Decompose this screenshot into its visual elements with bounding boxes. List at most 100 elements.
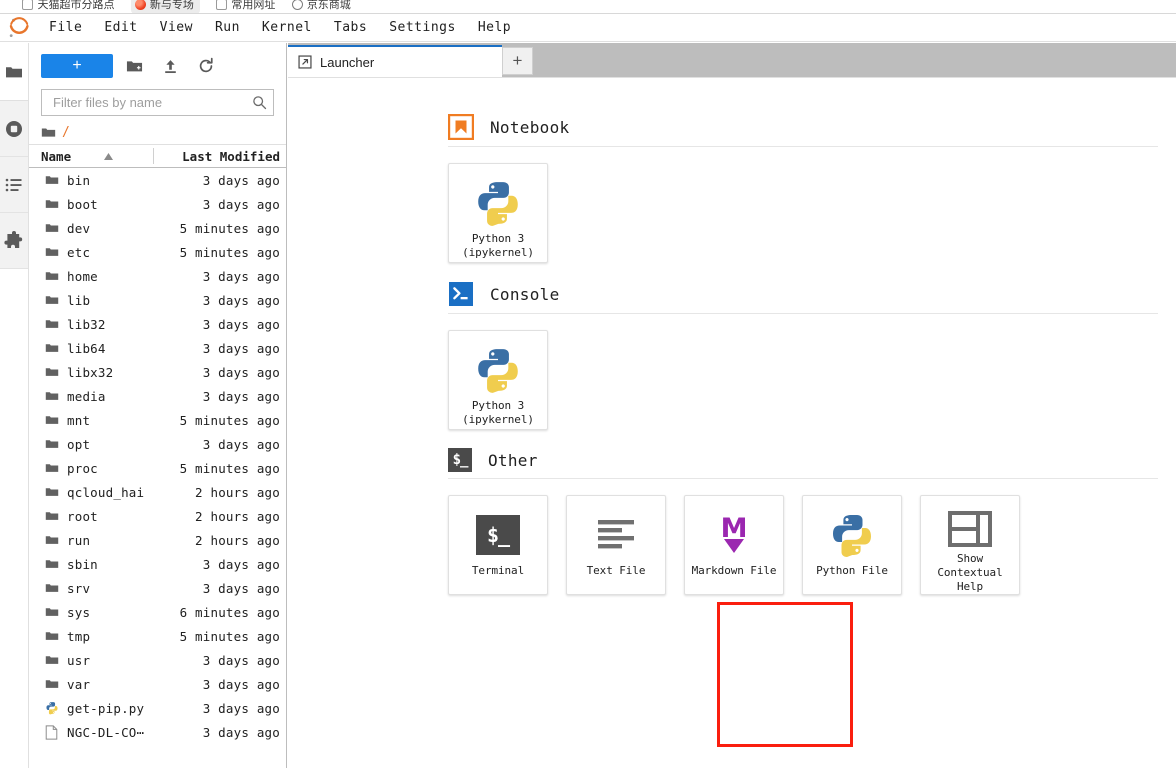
file-list-item[interactable]: lib 3 days ago bbox=[29, 288, 286, 312]
file-last-modified: 5 minutes ago bbox=[179, 412, 280, 428]
file-list-item[interactable]: opt 3 days ago bbox=[29, 432, 286, 456]
file-list-item[interactable]: qcloud_hai 2 hours ago bbox=[29, 480, 286, 504]
folder-icon bbox=[45, 677, 67, 691]
file-list-item[interactable]: srv 3 days ago bbox=[29, 576, 286, 600]
file-browser-toolbar: + bbox=[29, 43, 286, 83]
breadcrumb-root[interactable]: / bbox=[62, 125, 70, 140]
new-tab-button[interactable]: + bbox=[502, 47, 533, 75]
folder-icon bbox=[45, 413, 67, 427]
launcher-card-show-contextual-help[interactable]: Show Contextual Help bbox=[920, 495, 1020, 595]
tab-launcher[interactable]: Launcher bbox=[288, 45, 502, 77]
launcher-card-python3-console[interactable]: Python 3 (ipykernel) bbox=[448, 330, 548, 430]
file-list-item[interactable]: libx32 3 days ago bbox=[29, 360, 286, 384]
bookmark-item[interactable]: 京东商城 bbox=[291, 0, 351, 12]
sidebar-item-file-browser[interactable] bbox=[0, 43, 28, 100]
file-list-item[interactable]: boot 3 days ago bbox=[29, 192, 286, 216]
file-filter-box[interactable] bbox=[41, 89, 274, 116]
file-name: media bbox=[67, 388, 106, 404]
launcher-section-console: Console Python 3 (ipykernel) bbox=[288, 281, 1176, 430]
sidebar-item-running-terminals[interactable] bbox=[0, 101, 28, 157]
launcher-card-text-file[interactable]: Text File bbox=[566, 495, 666, 595]
bookmark-item[interactable]: 天猫超市分路点 bbox=[22, 0, 114, 12]
file-list-item[interactable]: lib32 3 days ago bbox=[29, 312, 286, 336]
file-list-item[interactable]: var 3 days ago bbox=[29, 672, 286, 696]
file-list-item[interactable]: get-pip.py 3 days ago bbox=[29, 696, 286, 720]
file-name: run bbox=[67, 532, 91, 548]
red-circle-icon bbox=[134, 0, 146, 10]
file-list-item[interactable]: sys 6 minutes ago bbox=[29, 600, 286, 624]
file-list[interactable]: bin 3 days ago boot 3 days ago dev 5 minutes … bbox=[29, 168, 286, 744]
file-name: sys bbox=[67, 604, 91, 620]
folder-icon bbox=[45, 317, 67, 331]
menu-help[interactable]: Help bbox=[467, 17, 522, 38]
folder-icon[interactable] bbox=[41, 125, 56, 140]
column-header-name[interactable]: Name bbox=[41, 149, 145, 164]
menu-settings[interactable]: Settings bbox=[378, 17, 467, 38]
file-list-item[interactable]: media 3 days ago bbox=[29, 384, 286, 408]
refresh-icon bbox=[199, 57, 213, 73]
console-section-icon bbox=[449, 282, 473, 306]
python-logo-icon bbox=[473, 176, 523, 230]
notebook-section-icon bbox=[448, 114, 474, 140]
menu-kernel[interactable]: Kernel bbox=[251, 17, 323, 38]
launcher-card-terminal[interactable]: $_ Terminal bbox=[448, 495, 548, 595]
search-input[interactable] bbox=[51, 94, 252, 111]
bookmark-item[interactable]: 新与专场 bbox=[130, 0, 200, 13]
file-list-item[interactable]: etc 5 minutes ago bbox=[29, 240, 286, 264]
menu-file[interactable]: File bbox=[38, 17, 93, 38]
refresh-file-list-button[interactable] bbox=[191, 53, 221, 79]
upload-files-button[interactable] bbox=[155, 53, 185, 79]
file-list-item[interactable]: sbin 3 days ago bbox=[29, 552, 286, 576]
section-header: Notebook bbox=[448, 114, 1176, 140]
file-list-item[interactable]: root 2 hours ago bbox=[29, 504, 286, 528]
menu-edit[interactable]: Edit bbox=[93, 17, 148, 38]
folder-icon bbox=[45, 245, 67, 259]
file-last-modified: 5 minutes ago bbox=[179, 628, 280, 644]
launcher-icon bbox=[298, 55, 312, 69]
sidebar-item-extension-manager[interactable] bbox=[0, 213, 28, 269]
new-launcher-button[interactable]: + bbox=[41, 54, 113, 78]
launcher-card-python-file[interactable]: Python File bbox=[802, 495, 902, 595]
sidebar-item-commands[interactable] bbox=[0, 157, 28, 213]
launcher-card-markdown-file[interactable]: M Markdown File bbox=[684, 495, 784, 595]
card-label: Show Contextual Help bbox=[937, 552, 1003, 593]
section-title: Notebook bbox=[490, 117, 570, 137]
menu-run[interactable]: Run bbox=[204, 17, 251, 38]
new-folder-button[interactable] bbox=[119, 53, 149, 79]
folder-icon bbox=[45, 461, 67, 475]
folder-icon bbox=[45, 389, 67, 403]
file-list-item[interactable]: home 3 days ago bbox=[29, 264, 286, 288]
folder-icon bbox=[45, 629, 67, 643]
column-header-last-modified[interactable]: Last Modified bbox=[162, 149, 280, 164]
file-name: libx32 bbox=[67, 364, 114, 380]
extension-manager-icon bbox=[4, 230, 23, 248]
file-list-item[interactable]: usr 3 days ago bbox=[29, 648, 286, 672]
file-list-item[interactable]: dev 5 minutes ago bbox=[29, 216, 286, 240]
file-name: etc bbox=[67, 244, 91, 260]
file-list-item[interactable]: mnt 5 minutes ago bbox=[29, 408, 286, 432]
launcher-cards: Python 3 (ipykernel) bbox=[448, 147, 1176, 263]
menu-view[interactable]: View bbox=[149, 17, 204, 38]
file-list-item[interactable]: bin 3 days ago bbox=[29, 168, 286, 192]
file-list-item[interactable]: tmp 5 minutes ago bbox=[29, 624, 286, 648]
file-last-modified: 3 days ago bbox=[202, 580, 280, 596]
launcher-cards: Python 3 (ipykernel) bbox=[448, 314, 1176, 430]
bookmark-item[interactable]: 常用网址 bbox=[216, 0, 275, 12]
bookmark-icon bbox=[216, 0, 228, 10]
file-last-modified: 3 days ago bbox=[202, 292, 280, 308]
file-list-item[interactable]: proc 5 minutes ago bbox=[29, 456, 286, 480]
column-header-name-label: Name bbox=[41, 148, 72, 164]
activity-bar bbox=[0, 43, 29, 768]
section-title: Other bbox=[488, 450, 538, 470]
launcher-card-python3-notebook[interactable]: Python 3 (ipykernel) bbox=[448, 163, 548, 263]
menu-tabs[interactable]: Tabs bbox=[323, 17, 378, 38]
file-list-item[interactable]: NGC-DL-CO⋯ 3 days ago bbox=[29, 720, 286, 744]
file-list-item[interactable]: run 2 hours ago bbox=[29, 528, 286, 552]
file-last-modified: 3 days ago bbox=[202, 196, 280, 212]
file-last-modified: 2 hours ago bbox=[195, 532, 280, 548]
file-list-item[interactable]: lib64 3 days ago bbox=[29, 336, 286, 360]
bookmark-icon bbox=[22, 0, 34, 10]
terminal-icon: $_ bbox=[476, 508, 520, 562]
folder-icon bbox=[45, 173, 67, 187]
file-last-modified: 3 days ago bbox=[202, 172, 280, 188]
